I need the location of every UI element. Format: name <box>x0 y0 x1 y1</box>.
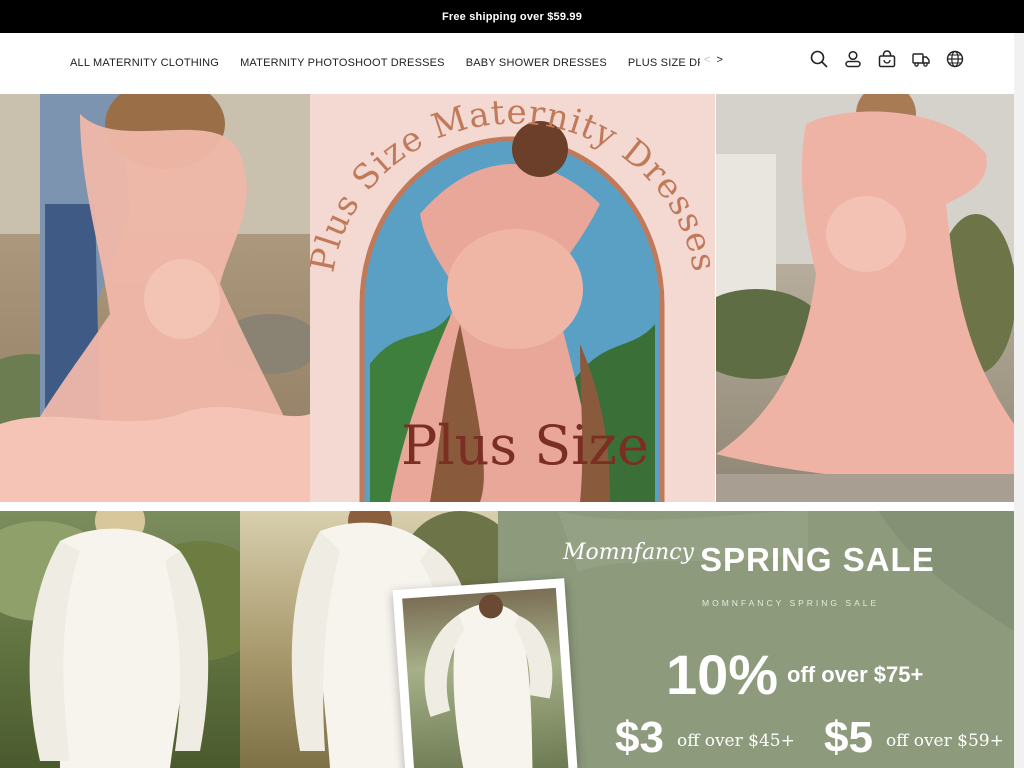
nav-item-baby-shower-dresses[interactable]: BABY SHOWER DRESSES <box>466 57 607 69</box>
main-nav: ALL MATERNITY CLOTHING MATERNITY PHOTOSH… <box>70 33 700 93</box>
page-scrollbar[interactable] <box>1014 33 1024 768</box>
offer-3-dollar-note: off over $45+ <box>677 731 795 751</box>
site-header: ALL MATERNITY CLOTHING MATERNITY PHOTOSH… <box>0 33 1014 93</box>
account-icon[interactable] <box>844 50 862 68</box>
cart-icon[interactable] <box>878 50 896 68</box>
spring-sale-title: SPRING SALE <box>700 541 935 578</box>
nav-item-all-maternity-clothing[interactable]: ALL MATERNITY CLOTHING <box>70 57 219 69</box>
plus-size-tag: Plus Size <box>401 414 649 477</box>
banner-photo-couple <box>0 94 310 502</box>
nav-scroll-arrows: < > <box>704 54 723 66</box>
header-icons <box>810 50 964 68</box>
banner-photo-standing-woman <box>716 94 1014 502</box>
nav-item-maternity-photoshoot-dresses[interactable]: MATERNITY PHOTOSHOOT DRESSES <box>240 57 445 69</box>
banner-photo-white-dress-1 <box>0 511 240 768</box>
shipping-truck-icon[interactable] <box>912 50 930 68</box>
plus-size-panel: Plus Size Maternity Dresses Plus Size <box>310 94 715 502</box>
spring-sale-subtitle: MOMNFANCY SPRING SALE <box>702 598 880 608</box>
plus-size-banner[interactable]: Plus Size Maternity Dresses Plus Size <box>0 94 1014 502</box>
polaroid-photo <box>392 578 578 768</box>
offer-10-percent: 10% <box>666 643 779 706</box>
nav-next-arrow[interactable]: > <box>716 54 722 66</box>
sale-brand-script: Momnfancy <box>563 540 694 565</box>
announcement-text: Free shipping over $59.99 <box>441 10 583 23</box>
globe-icon[interactable] <box>946 50 964 68</box>
offer-5-dollar-note: off over $59+ <box>886 731 1004 751</box>
search-icon[interactable] <box>810 50 828 68</box>
nav-item-plus-size-dresses[interactable]: PLUS SIZE DRESSES <box>628 57 700 69</box>
offer-3-dollar: $3 <box>615 713 664 762</box>
nav-prev-arrow[interactable]: < <box>704 54 710 66</box>
offer-10-percent-note: off over $75+ <box>787 662 924 687</box>
announcement-bar: Free shipping over $59.99 <box>0 0 1024 33</box>
offer-5-dollar: $5 <box>824 713 873 762</box>
